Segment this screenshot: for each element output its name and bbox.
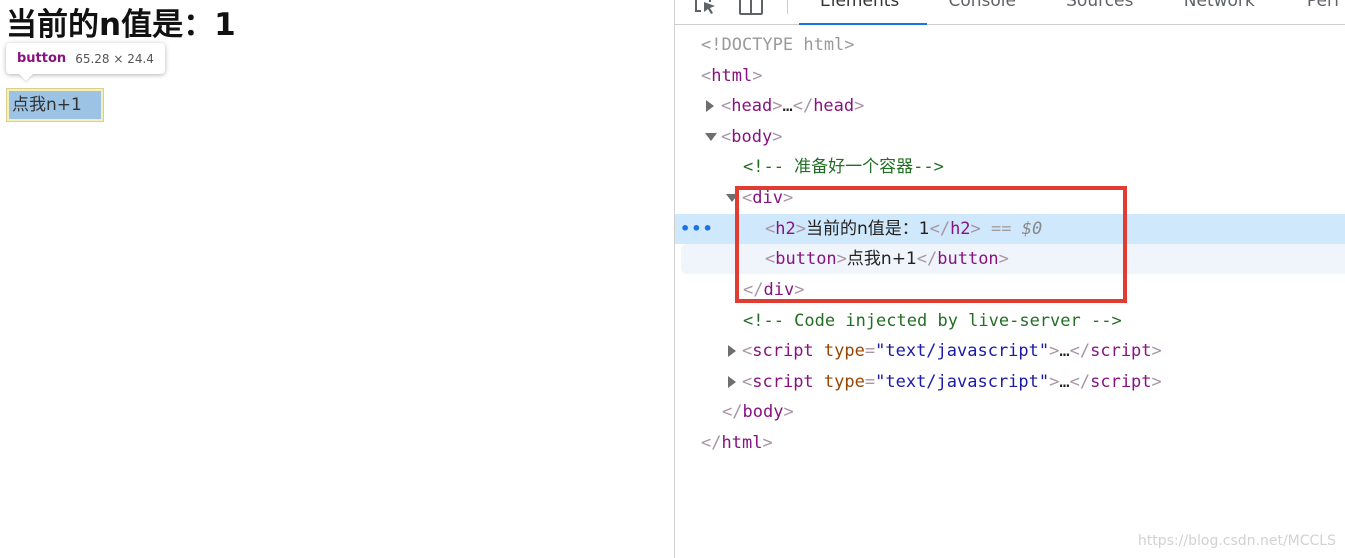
tooltip-dimensions: 65.28 × 24.4	[75, 51, 154, 66]
dom-node-script-2[interactable]: <script type="text/javascript">…</script…	[675, 367, 1345, 397]
dom-node-div-close[interactable]: </div>	[675, 275, 1345, 305]
dom-node-button-hovered[interactable]: <button>点我n+1</button>	[681, 244, 1345, 274]
device-toolbar-icon[interactable]	[737, 0, 767, 16]
page-preview: 当前的n值是：1 button 65.28 × 24.4 点我n+1	[0, 0, 674, 558]
toolbar-separator	[787, 0, 788, 14]
screen: 当前的n值是：1 button 65.28 × 24.4 点我n+1 Eleme…	[0, 0, 1345, 558]
dom-node-body-close[interactable]: </body>	[675, 397, 1345, 427]
expand-triangle-icon[interactable]	[728, 345, 736, 357]
watermark: https://blog.csdn.net/MCCLS	[1137, 533, 1336, 549]
tab-console[interactable]: Console	[927, 0, 1045, 24]
tab-elements[interactable]: Elements	[799, 0, 928, 25]
dom-node-body[interactable]: <body>	[675, 122, 1345, 152]
devtools-panel: Elements Console Sources Network Perf <!…	[674, 0, 1345, 558]
inspect-element-icon[interactable]	[691, 0, 721, 16]
page-heading: 当前的n值是：1	[6, 7, 236, 43]
expand-triangle-icon[interactable]	[706, 100, 714, 112]
dom-node-div[interactable]: <div>	[675, 183, 1345, 213]
dom-node-head[interactable]: <head>…</head>	[675, 91, 1345, 121]
devtools-toolbar: Elements Console Sources Network Perf	[675, 0, 1345, 25]
collapse-triangle-icon[interactable]	[705, 133, 717, 141]
more-options-dots[interactable]: •••	[680, 214, 714, 244]
dom-node-h2-selected[interactable]: ••• <h2>当前的n值是：1</h2> == $0	[675, 214, 1345, 244]
element-inspect-tooltip: button 65.28 × 24.4	[6, 43, 165, 74]
expand-triangle-icon[interactable]	[728, 376, 736, 388]
tab-performance[interactable]: Perf	[1286, 0, 1345, 24]
dom-node-doctype[interactable]: <!DOCTYPE html>	[675, 30, 1345, 60]
dom-node-comment-container[interactable]: <!-- 准备好一个容器-->	[675, 152, 1345, 182]
dom-node-html[interactable]: <html>	[675, 61, 1345, 91]
dom-node-comment-live-server[interactable]: <!-- Code injected by live-server -->	[675, 306, 1345, 336]
dom-node-script-1[interactable]: <script type="text/javascript">…</script…	[675, 336, 1345, 366]
tab-network[interactable]: Network	[1163, 0, 1286, 24]
collapse-triangle-icon[interactable]	[726, 194, 738, 202]
devtools-tabs: Elements Console Sources Network Perf	[799, 0, 1345, 25]
increment-button[interactable]: 点我n+1	[9, 91, 101, 119]
dom-node-html-close[interactable]: </html>	[675, 428, 1345, 458]
button-inspect-highlight: 点我n+1	[6, 88, 104, 122]
tab-sources[interactable]: Sources	[1045, 0, 1163, 24]
tooltip-tag-name: button	[17, 51, 67, 66]
